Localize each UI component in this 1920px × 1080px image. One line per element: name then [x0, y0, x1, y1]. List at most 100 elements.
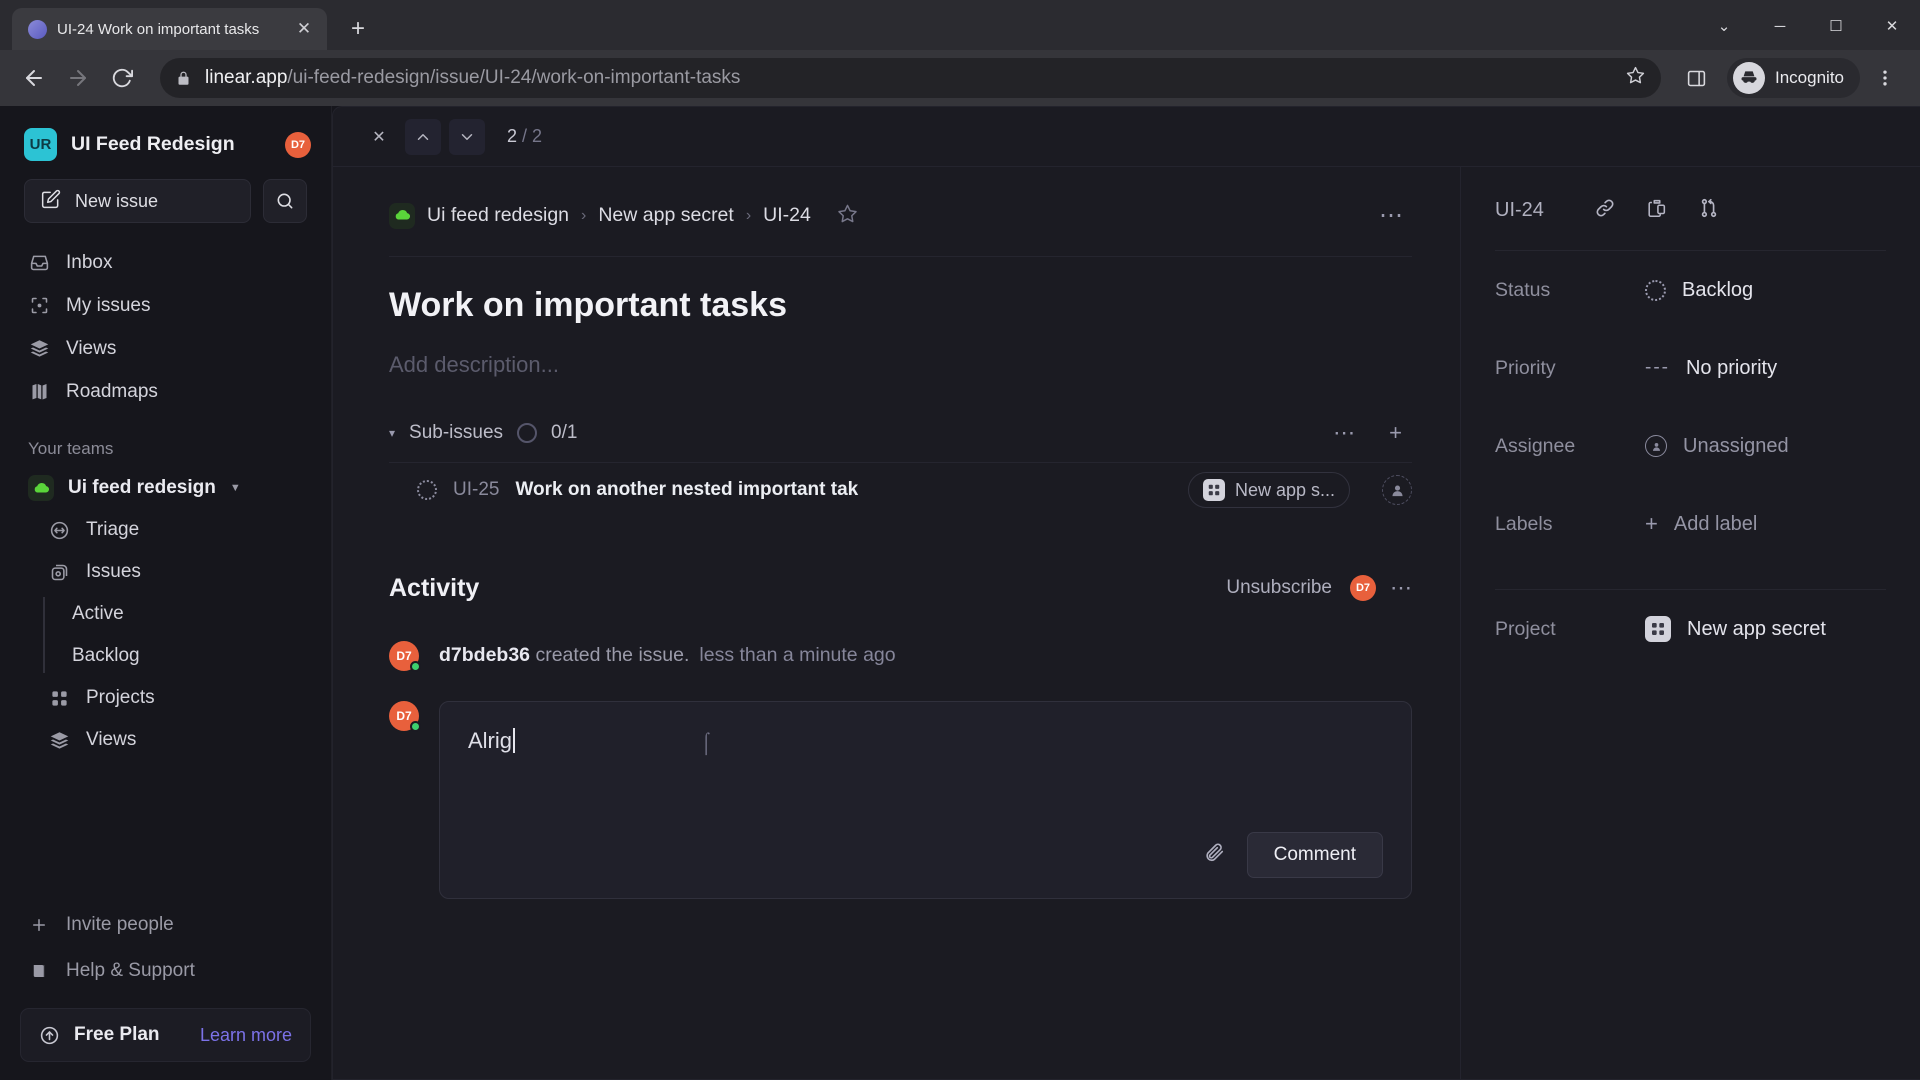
team-name: Ui feed redesign — [68, 477, 216, 498]
views-icon — [28, 338, 50, 360]
favorite-star-icon[interactable] — [837, 203, 858, 229]
property-value: + Add label — [1645, 511, 1757, 537]
breadcrumb-separator: › — [581, 206, 587, 224]
project-icon — [1202, 479, 1225, 502]
activity-action: created the issue. — [535, 644, 690, 667]
property-row-project[interactable]: Project New app secret — [1495, 590, 1886, 668]
property-label: Labels — [1495, 512, 1553, 535]
branch-icon[interactable] — [1698, 197, 1720, 224]
assignee-value: Unassigned — [1683, 434, 1789, 457]
sub-issue-title: Work on another nested important tak — [515, 479, 859, 501]
incognito-icon — [1733, 62, 1765, 94]
sidebar-item-my-issues[interactable]: My issues — [16, 284, 315, 327]
sidebar-item-roadmaps[interactable]: Roadmaps — [16, 370, 315, 413]
close-icon[interactable]: ✕ — [291, 16, 317, 42]
property-row-labels[interactable]: Labels + Add label — [1495, 485, 1886, 563]
address-bar[interactable]: linear.app/ui-feed-redesign/issue/UI-24/… — [160, 58, 1661, 98]
workspace-switcher[interactable]: UR UI Feed Redesign D7 — [0, 106, 331, 171]
reload-icon[interactable] — [102, 58, 142, 98]
chevron-down-icon[interactable]: ▾ — [389, 426, 395, 440]
search-icon[interactable] — [263, 179, 307, 223]
online-status-dot — [410, 660, 421, 672]
avatar[interactable]: D7 — [1350, 575, 1376, 602]
sidebar-item-inbox[interactable]: Inbox — [16, 241, 315, 284]
property-row-assignee[interactable]: Assignee Unassigned — [1495, 407, 1886, 485]
sub-issue-row[interactable]: UI-25 Work on another nested important t… — [389, 461, 1412, 518]
add-label-button[interactable]: Add label — [1674, 513, 1757, 536]
property-value: New app secret — [1645, 616, 1826, 642]
property-row-status[interactable]: Status Backlog — [1495, 251, 1886, 329]
assignee-avatar-icon[interactable] — [1382, 475, 1412, 506]
invite-people-label: Invite people — [66, 914, 174, 935]
sub-issues-count: 0/1 — [551, 421, 578, 443]
workspace-logo-icon: UR — [24, 128, 57, 161]
learn-more-link[interactable]: Learn more — [200, 1025, 292, 1046]
chevron-down-icon[interactable]: ⌄ — [1696, 6, 1752, 46]
issues-children: Active Backlog — [16, 593, 315, 677]
close-window-button[interactable]: ✕ — [1864, 6, 1920, 46]
prev-issue-button[interactable] — [405, 118, 441, 155]
copy-icon[interactable] — [1646, 197, 1668, 224]
teams-section-label: Your teams — [28, 439, 114, 458]
bookmark-star-icon[interactable] — [1626, 66, 1645, 90]
comment-input[interactable]: Alrig ⌠ Comment — [439, 700, 1412, 899]
sidebar-item-issues[interactable]: Issues — [16, 551, 315, 593]
activity-more-icon[interactable]: ⋯ — [1390, 575, 1412, 601]
page-title[interactable]: Work on important tasks — [333, 257, 1460, 326]
issue-more-options-icon[interactable]: ⋯ — [1379, 201, 1412, 230]
sub-issues-more-icon[interactable]: ⋯ — [1323, 420, 1365, 446]
paperclip-icon[interactable] — [1203, 841, 1225, 869]
properties-header: UI-24 — [1495, 197, 1886, 224]
breadcrumb-issue-id[interactable]: UI-24 — [763, 204, 811, 227]
url-text: linear.app/ui-feed-redesign/issue/UI-24/… — [205, 67, 1612, 89]
comment-submit-button[interactable]: Comment — [1246, 831, 1383, 878]
browser-menu-icon[interactable] — [1864, 57, 1906, 99]
back-icon[interactable] — [14, 58, 54, 98]
team-row[interactable]: Ui feed redesign ▼ — [16, 467, 315, 509]
help-support-button[interactable]: Help & Support — [16, 948, 315, 994]
next-issue-button[interactable] — [449, 118, 485, 155]
property-label: Priority — [1495, 356, 1556, 379]
invite-people-button[interactable]: Invite people — [16, 902, 315, 948]
plus-icon: + — [1645, 511, 1658, 536]
link-icon[interactable] — [1594, 197, 1616, 224]
new-issue-button[interactable]: New issue — [24, 179, 251, 223]
property-value: --- No priority — [1645, 357, 1777, 380]
sidebar-item-label: Views — [66, 337, 117, 359]
unsubscribe-button[interactable]: Unsubscribe — [1226, 577, 1332, 599]
browser-tab[interactable]: UI-24 Work on important tasks ✕ — [12, 8, 327, 50]
status-value: Backlog — [1682, 278, 1754, 301]
activity-timestamp: less than a minute ago — [699, 644, 896, 667]
sidebar-item-triage[interactable]: Triage — [16, 509, 315, 551]
sidebar-item-projects[interactable]: Projects — [16, 677, 315, 719]
property-row-priority[interactable]: Priority --- No priority — [1495, 329, 1886, 407]
breadcrumb-project[interactable]: New app secret — [598, 204, 733, 227]
maximize-button[interactable]: ☐ — [1808, 6, 1864, 46]
project-value: New app secret — [1687, 617, 1826, 640]
avatar-wrapper: D7 — [389, 640, 421, 672]
sidebar-item-team-views[interactable]: Views — [16, 719, 315, 761]
sub-issue-project-chip[interactable]: New app s... — [1187, 472, 1350, 509]
property-label: Assignee — [1495, 434, 1576, 457]
description-placeholder[interactable]: Add description... — [333, 326, 1460, 378]
sidebar-item-active[interactable]: Active — [60, 593, 315, 635]
new-tab-button[interactable]: + — [341, 12, 375, 46]
sidebar-item-backlog[interactable]: Backlog — [60, 635, 315, 677]
minimize-button[interactable]: ─ — [1752, 6, 1808, 46]
backlog-status-icon[interactable] — [417, 480, 437, 501]
sidebar-actions: New issue — [0, 171, 331, 223]
team-avatar-icon — [28, 475, 54, 501]
avatar[interactable]: D7 — [285, 131, 311, 158]
breadcrumb-team[interactable]: Ui feed redesign — [427, 204, 569, 227]
forward-icon[interactable] — [58, 58, 98, 98]
incognito-profile-chip[interactable]: Incognito — [1727, 58, 1860, 98]
chevron-down-icon[interactable]: ▼ — [230, 482, 241, 494]
close-icon[interactable]: ✕ — [361, 119, 397, 155]
add-sub-issue-icon[interactable]: + — [1379, 420, 1412, 446]
side-panel-icon[interactable] — [1675, 57, 1717, 99]
sidebar-item-label: Projects — [86, 687, 155, 708]
sidebar-item-views[interactable]: Views — [16, 327, 315, 370]
plan-name: Free Plan — [74, 1024, 160, 1045]
plan-banner[interactable]: Free Plan Learn more — [20, 1008, 311, 1062]
activity-header: Activity Unsubscribe D7 ⋯ — [389, 574, 1412, 603]
